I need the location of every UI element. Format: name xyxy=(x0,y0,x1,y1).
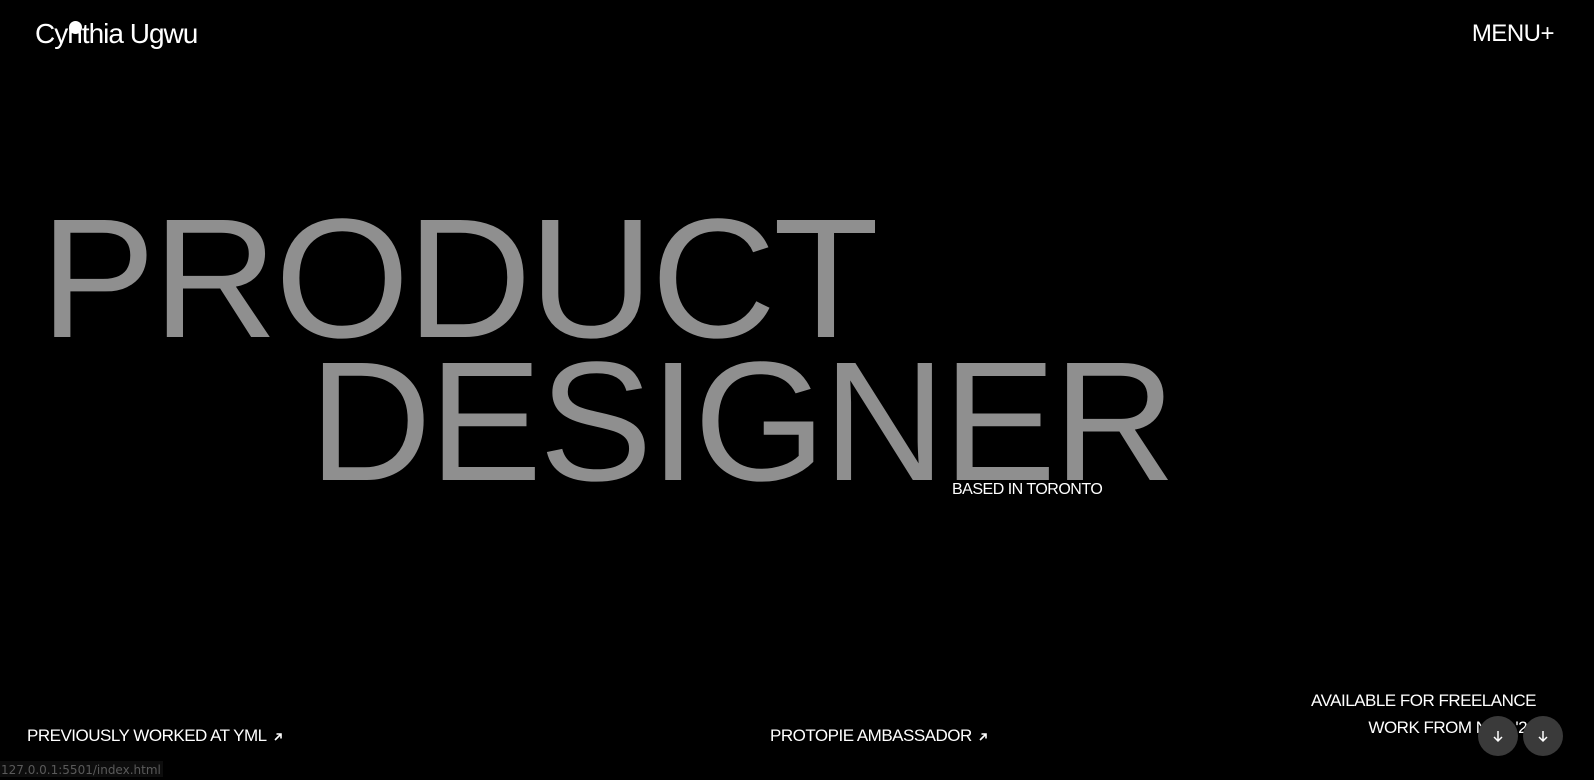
arrow-down-icon xyxy=(1491,729,1505,743)
scroll-down-button-secondary[interactable] xyxy=(1523,716,1563,756)
previously-worked-link[interactable]: PREVIOUSLY WORKED AT YML xyxy=(27,726,283,746)
availability-line-1: AVAILABLE FOR FREELANCE xyxy=(1311,691,1537,710)
location-text: BASED IN TORONTO xyxy=(952,481,1103,498)
logo-text: Cynthia Ugwu xyxy=(35,18,198,49)
site-logo[interactable]: Cynthia Ugwu xyxy=(35,18,198,50)
arrow-up-right-icon xyxy=(273,730,283,745)
protopie-ambassador-link[interactable]: PROTOPIE AMBASSADOR xyxy=(770,726,988,746)
scroll-down-button[interactable] xyxy=(1478,716,1518,756)
previously-worked-label: PREVIOUSLY WORKED AT YML xyxy=(27,726,267,745)
status-bar-url: 127.0.0.1:5501/index.html xyxy=(0,761,163,777)
arrow-down-icon xyxy=(1536,729,1550,743)
logo-dot-icon xyxy=(69,21,82,34)
protopie-ambassador-label: PROTOPIE AMBASSADOR xyxy=(770,726,972,745)
arrow-up-right-icon xyxy=(978,730,988,745)
menu-button[interactable]: MENU+ xyxy=(1472,20,1555,48)
